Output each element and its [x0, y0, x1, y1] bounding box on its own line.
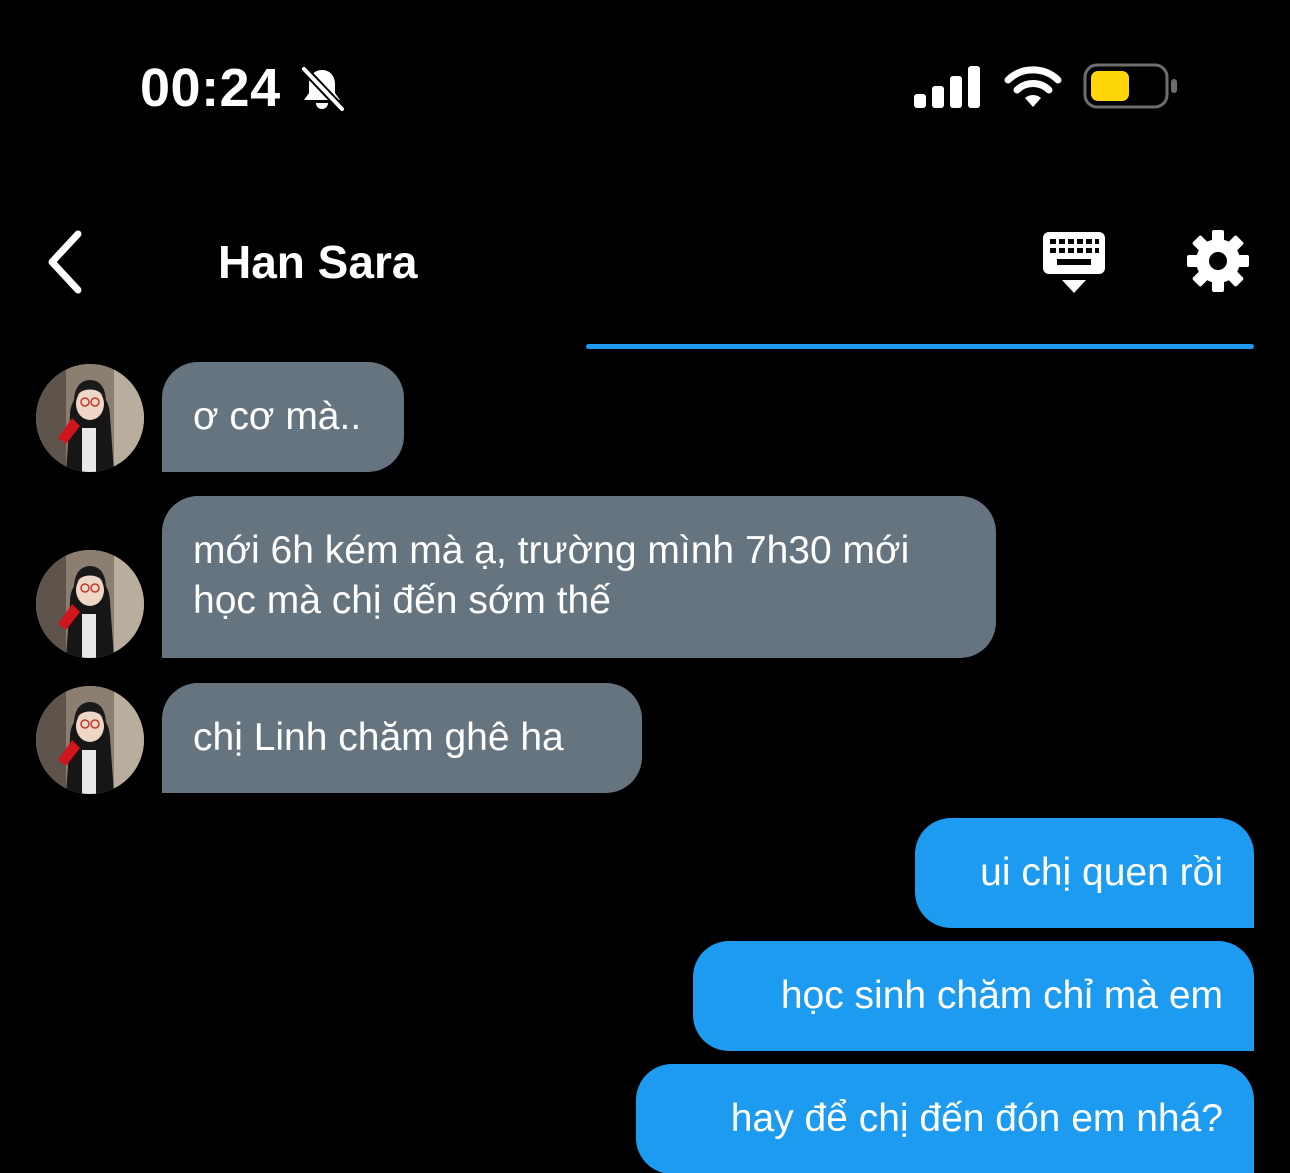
- gear-icon[interactable]: [1186, 229, 1250, 293]
- status-time: 00:24: [140, 58, 281, 118]
- avatar[interactable]: [36, 364, 144, 472]
- message-bubble-outgoing[interactable]: học sinh chăm chỉ mà em: [693, 941, 1254, 1051]
- message-bubble-incoming[interactable]: chị Linh chăm ghê ha: [162, 683, 642, 793]
- signal-icon: [914, 66, 980, 108]
- avatar[interactable]: [36, 686, 144, 794]
- wifi-icon: [1004, 66, 1062, 107]
- chat-screen: 00:24 Han Sara ơ cơ mà.. mới 6h kém mà ạ…: [0, 0, 1290, 1173]
- message-bubble-incoming[interactable]: mới 6h kém mà ạ, trường mình 7h30 mới họ…: [162, 496, 996, 658]
- typing-indicator-line: [586, 344, 1254, 349]
- message-bubble-incoming[interactable]: ơ cơ mà..: [162, 362, 404, 472]
- chat-title: Han Sara: [218, 236, 418, 288]
- keyboard-icon[interactable]: [1040, 230, 1108, 296]
- chevron-left-icon[interactable]: [40, 226, 96, 298]
- battery-icon: [1083, 63, 1177, 109]
- message-bubble-outgoing[interactable]: ui chị quen rồi: [915, 818, 1254, 928]
- message-bubble-outgoing[interactable]: hay để chị đến đón em nhá?: [636, 1064, 1254, 1173]
- avatar[interactable]: [36, 550, 144, 658]
- bell-slash-icon: [301, 66, 345, 112]
